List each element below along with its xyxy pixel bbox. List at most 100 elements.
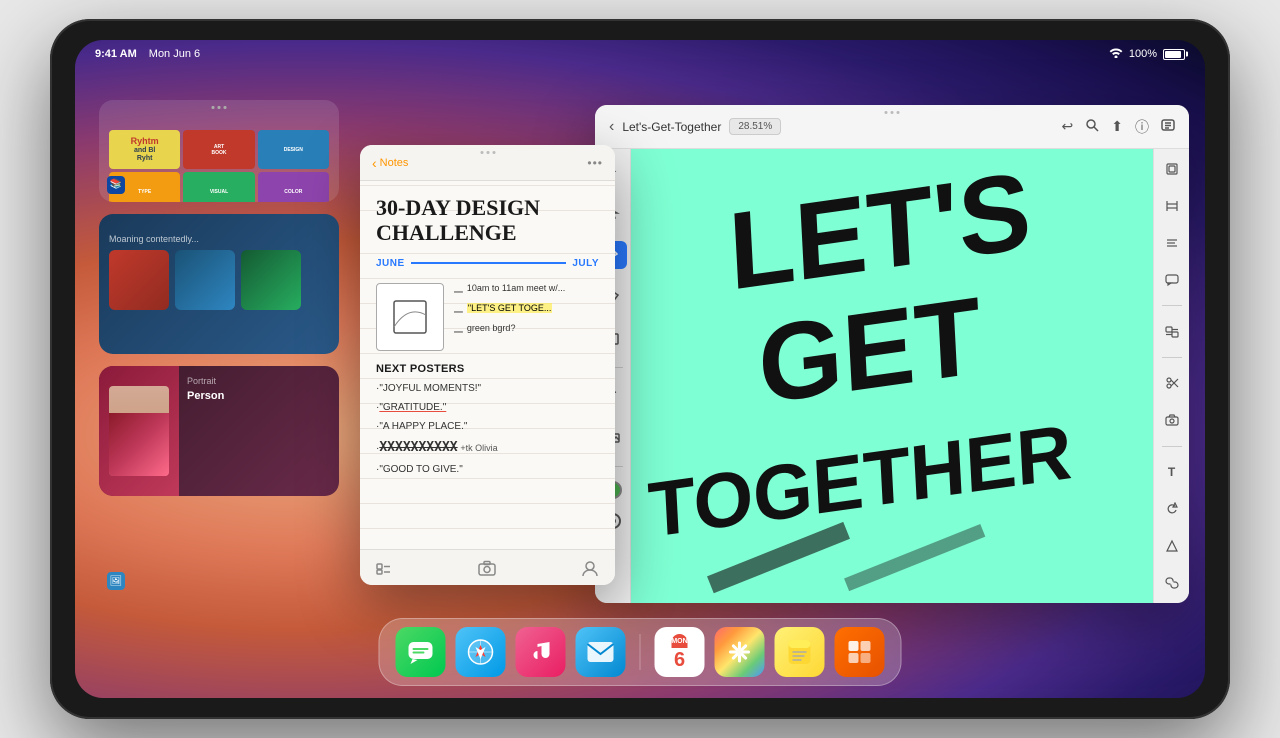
bottom-card-image [99,366,179,496]
design-right-toolbar: T [1153,149,1189,603]
book-cover-5: VISUAL [183,172,254,201]
dock-icon-music[interactable] [516,627,566,677]
middle-card-content: Moaning contentedly... [109,234,329,310]
camera-button[interactable] [478,560,496,576]
bottom-main: Person [187,390,331,402]
transfer-tool[interactable] [1158,320,1186,343]
bottom-app-card[interactable]: Portrait Person [99,366,339,496]
photo-grid [109,250,329,310]
drag-dot [492,151,495,154]
calendar-header: MON [671,634,687,648]
align-tool[interactable] [1158,231,1186,254]
notes-back-button[interactable]: ‹ Notes [372,155,408,171]
notes-title: 30-DAY DESIGNCHALLENGE [376,195,599,246]
poster-item-4: ·XXXXXXXXXX +tk Olivia [376,436,599,461]
book-cover-1: Ryhtm and Bl Ryht [109,130,180,169]
design-toolbar-right: ↩ ⬆ ⓘ [1062,117,1175,137]
ipad-screen: 9:41 AM Mon Jun 6 100% [75,40,1205,698]
design-app-window[interactable]: ‹ Let's-Get-Together 28.51% ↩ ⬆ ⓘ [595,105,1189,603]
drag-dot [885,111,888,114]
window-drag-dots [480,151,495,154]
profile-button[interactable] [581,559,599,577]
dock-icon-notes[interactable] [775,627,825,677]
reading-app-card[interactable]: Ryhtm and Bl Ryht ARTBOOK DESIGN TYPE [99,100,339,202]
design-back-button[interactable]: ‹ [609,118,614,136]
dock-icon-messages[interactable] [396,627,446,677]
design-title: Let's-Get-Together [622,120,721,134]
dock-icon-safari[interactable] [456,627,506,677]
design-main: ▶ [595,149,1189,603]
camera-tool[interactable] [1158,409,1186,432]
notes-app-window[interactable]: ‹ Notes ••• 30-DAY DESIGNCHALLENGE JUNE … [360,145,615,585]
rotate-tool[interactable] [1158,498,1186,521]
drag-dot [480,151,483,154]
comment-tool[interactable] [1158,268,1186,291]
share-button[interactable]: ⬆ [1111,118,1123,135]
highlighted-text: "LET'S GET TOGE... [467,303,552,313]
battery-icon [1163,49,1185,60]
dock-icon-mail[interactable] [576,627,626,677]
dock-icon-multiapp[interactable] [835,627,885,677]
notes-section-title: NEXT POSTERS [376,363,599,375]
more-button[interactable] [1161,118,1175,135]
app-cards-column: Ryhtm and Bl Ryht ARTBOOK DESIGN TYPE [99,100,339,598]
shape-right-tool[interactable] [1158,535,1186,558]
undo-button[interactable]: ↩ [1062,118,1074,135]
middle-app-card[interactable]: Moaning contentedly... 🖼 [99,214,339,354]
author-text: +tk Olivia [460,443,497,453]
link-tool[interactable] [1158,572,1186,595]
bottom-title: Portrait [187,376,331,386]
poster-item-2: ·"GRATITUDE." [376,398,599,417]
layers-tool[interactable] [1158,157,1186,180]
drag-dot [486,151,489,154]
battery-fill [1165,51,1181,58]
book-cover-2: ARTBOOK [183,130,254,169]
notes-back-label: Notes [380,157,409,169]
note-text-1: 10am to 11am meet w/... [467,283,565,293]
calendar-number: 6 [674,650,685,670]
poster-item-3: ·"A HAPPY PLACE." [376,417,599,436]
design-window-drag-dots [885,111,900,114]
info-button[interactable]: ⓘ [1135,117,1149,137]
note-text-2: "LET'S GET TOGE... [467,303,552,313]
timeline-start: JUNE [376,258,405,269]
sketch-note-area: – 10am to 11am meet w/... – "LET'S GET T… [454,283,599,351]
drag-dot [897,111,900,114]
strikethrough-text: XXXXXXXXXX [379,440,457,455]
note-item-3: – green bgrd? [454,323,599,341]
right-separator-1 [1162,305,1182,306]
notes-more-button[interactable]: ••• [587,156,603,170]
checklist-button[interactable] [376,560,392,576]
status-right: 100% [1109,47,1185,61]
photo-thumb-3 [241,250,301,310]
note-item-2: – "LET'S GET TOGE... [454,303,599,321]
canvas-artwork: LET'S GET TOGETHER [631,149,1153,603]
bottom-card-content: Portrait Person [179,366,339,496]
text-right-tool[interactable]: T [1158,461,1186,484]
notes-items-list: ·"JOYFUL MOMENTS!" ·"GRATITUDE." ·"A HAP… [376,379,599,480]
photo-thumb-1 [109,250,169,310]
design-canvas: LET'S GET TOGETHER [631,149,1153,603]
calendar-inner: MON 6 [671,634,687,670]
dock-icon-photos[interactable] [715,627,765,677]
notes-content: 30-DAY DESIGNCHALLENGE JUNE JULY [360,181,615,549]
ipad-device: 9:41 AM Mon Jun 6 100% [50,19,1230,719]
sketch-box [376,283,444,351]
wifi-icon [1109,47,1123,61]
status-date: Mon Jun 6 [149,48,200,60]
status-time: 9:41 AM [95,48,137,60]
status-left: 9:41 AM Mon Jun 6 [95,48,200,60]
book-covers-grid: Ryhtm and Bl Ryht ARTBOOK DESIGN TYPE [99,120,339,202]
mid-card-title: Moaning contentedly... [109,234,329,244]
grid-tool[interactable] [1158,194,1186,217]
search-button[interactable] [1085,118,1099,135]
zoom-badge[interactable]: 28.51% [729,118,781,135]
app-indicator: 📚 [107,176,125,194]
note-item-1: – 10am to 11am meet w/... [454,283,599,301]
notes-sketch-area: – 10am to 11am meet w/... – "LET'S GET T… [376,283,599,351]
notes-bottom-bar [360,549,615,585]
scissor-tool[interactable] [1158,372,1186,395]
poster-item-5: ·"GOOD TO GIVE." [376,460,599,479]
dock: MON 6 [379,618,902,686]
dock-icon-calendar[interactable]: MON 6 [655,627,705,677]
